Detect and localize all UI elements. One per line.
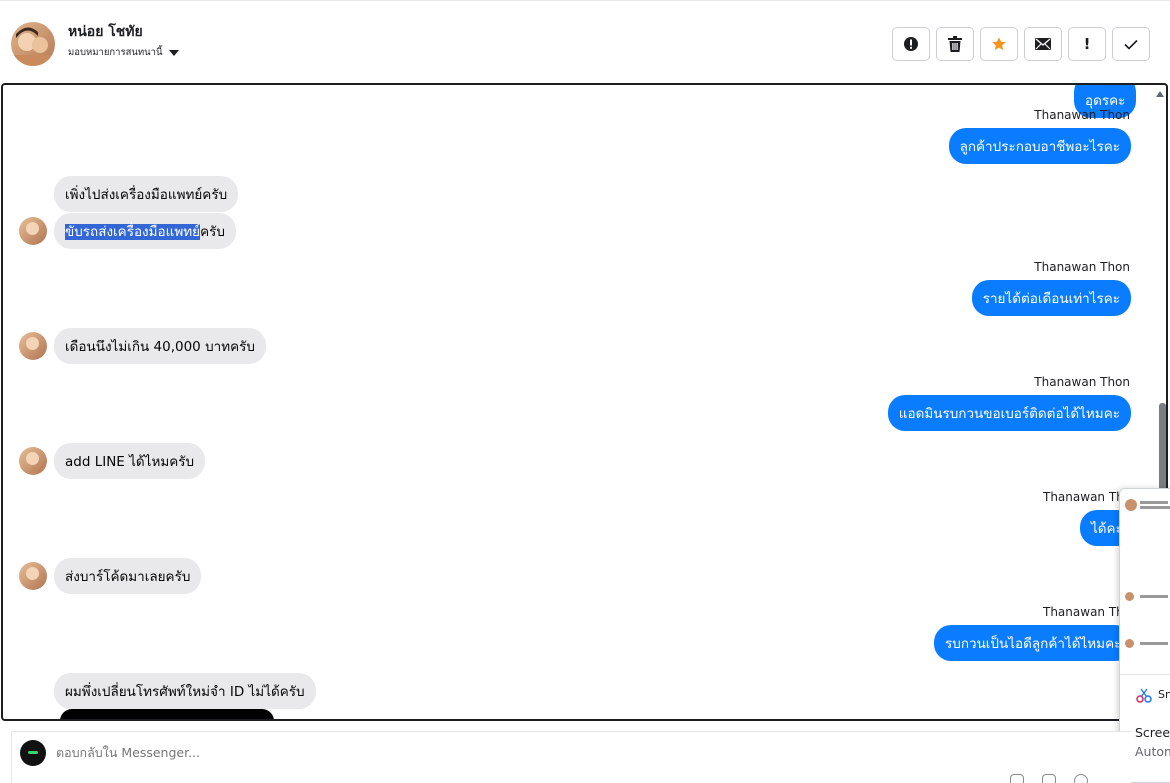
star-button[interactable] bbox=[980, 27, 1018, 61]
incoming-message[interactable]: ขับรถส่งเครื่องมือแพทย์ครับ bbox=[54, 213, 236, 249]
image-attachment[interactable] bbox=[60, 709, 274, 719]
snip-title: Screen bbox=[1135, 725, 1170, 740]
conversation-header: หน่อย โชทัย มอบหมายการสนทนานี้ ! bbox=[0, 0, 1170, 84]
outgoing-message[interactable]: แอดมินรบกวนขอเบอร์ติดต่อได้ไหมคะ bbox=[887, 395, 1131, 431]
incoming-message[interactable]: เพิ่งไปส่งเครื่องมือแพทย์ครับ bbox=[54, 176, 239, 212]
snipping-tool-icon bbox=[1136, 688, 1152, 703]
sender-name: Thanawan Thon bbox=[1034, 108, 1130, 122]
exclamation-icon: ! bbox=[1083, 35, 1091, 53]
delete-button[interactable] bbox=[936, 27, 974, 61]
incoming-message[interactable]: add LINE ได้ไหมครับ bbox=[54, 443, 206, 479]
scrollbar-thumb[interactable] bbox=[1159, 403, 1166, 493]
inbox-app: หน่อย โชทัย มอบหมายการสนทนานี้ ! อุดรคะ … bbox=[0, 0, 1170, 783]
follow-up-button[interactable]: ! bbox=[1068, 27, 1106, 61]
trash-icon bbox=[948, 36, 962, 52]
thumbnail-line bbox=[1140, 642, 1168, 645]
message-text: ครับ bbox=[200, 224, 225, 240]
conversation-toolbar: ! bbox=[892, 27, 1150, 61]
assign-label: มอบหมายการสนทนานี้ bbox=[68, 47, 163, 58]
message-thread[interactable]: อุดรคะ Thanawan Thon ลูกค้าประกอบอาชีพอะ… bbox=[1, 83, 1168, 721]
sender-avatar bbox=[19, 562, 47, 590]
sender-avatar bbox=[19, 217, 47, 245]
divider bbox=[1120, 674, 1170, 675]
attachment-icon[interactable] bbox=[1010, 774, 1024, 783]
reply-composer bbox=[11, 731, 1131, 783]
done-button[interactable] bbox=[1112, 27, 1150, 61]
mark-unread-button[interactable] bbox=[1024, 27, 1062, 61]
incoming-message[interactable]: ผมพึ่งเปลี่ยนโทรศัพท์ใหม่จำ ID ไม่ได้ครั… bbox=[54, 673, 316, 709]
outgoing-message[interactable]: รายได้ต่อเดือนเท่าไรคะ bbox=[971, 280, 1131, 316]
thumbnail-line bbox=[1140, 506, 1170, 509]
incoming-message[interactable]: เดือนนึงไม่เกิน 40,000 บาทครับ bbox=[54, 328, 266, 364]
thumbnail-line bbox=[1140, 595, 1168, 598]
sender-name: Thanawan Tho bbox=[1043, 605, 1132, 619]
sender-name: Thanawan Thon bbox=[1034, 260, 1130, 274]
snip-app-label: Sn bbox=[1158, 688, 1170, 701]
sender-avatar bbox=[19, 332, 47, 360]
assign-conversation-dropdown[interactable]: มอบหมายการสนทนานี้ bbox=[68, 45, 179, 60]
alert-circle-icon bbox=[904, 37, 918, 51]
incoming-message[interactable]: ส่งบาร์โค้ดมาเลยครับ bbox=[54, 558, 202, 594]
outgoing-message[interactable]: รบกวนเป็นไอดีลูกค้าได้ไหมคะ bbox=[934, 625, 1133, 661]
emoji-icon[interactable] bbox=[1074, 774, 1088, 783]
spam-button[interactable] bbox=[892, 27, 930, 61]
reply-input[interactable] bbox=[56, 745, 956, 760]
selected-text: ขับรถส่งเครื่องมือแพทย์ bbox=[65, 224, 201, 240]
snip-subtitle: Autom bbox=[1135, 744, 1170, 759]
star-icon bbox=[992, 37, 1006, 51]
contact-avatar[interactable] bbox=[11, 22, 55, 66]
check-icon bbox=[1124, 39, 1138, 50]
saved-reply-icon[interactable] bbox=[1042, 774, 1056, 783]
thumbnail-line bbox=[1140, 501, 1168, 504]
thumbnail-avatar bbox=[1125, 639, 1134, 648]
envelope-icon bbox=[1035, 38, 1051, 50]
thumbnail-avatar bbox=[1125, 499, 1137, 511]
outgoing-message[interactable]: ลูกค้าประกอบอาชีพอะไรคะ bbox=[948, 128, 1131, 164]
composer-actions bbox=[1010, 774, 1088, 783]
sender-avatar bbox=[19, 447, 47, 475]
scroll-up-arrow-icon[interactable] bbox=[1156, 91, 1164, 97]
contact-name: หน่อย โชทัย bbox=[68, 24, 143, 40]
thumbnail-avatar bbox=[1125, 592, 1134, 601]
sender-name: Thanawan Thon bbox=[1034, 375, 1130, 389]
page-avatar bbox=[20, 740, 46, 766]
caret-down-icon bbox=[168, 49, 179, 56]
